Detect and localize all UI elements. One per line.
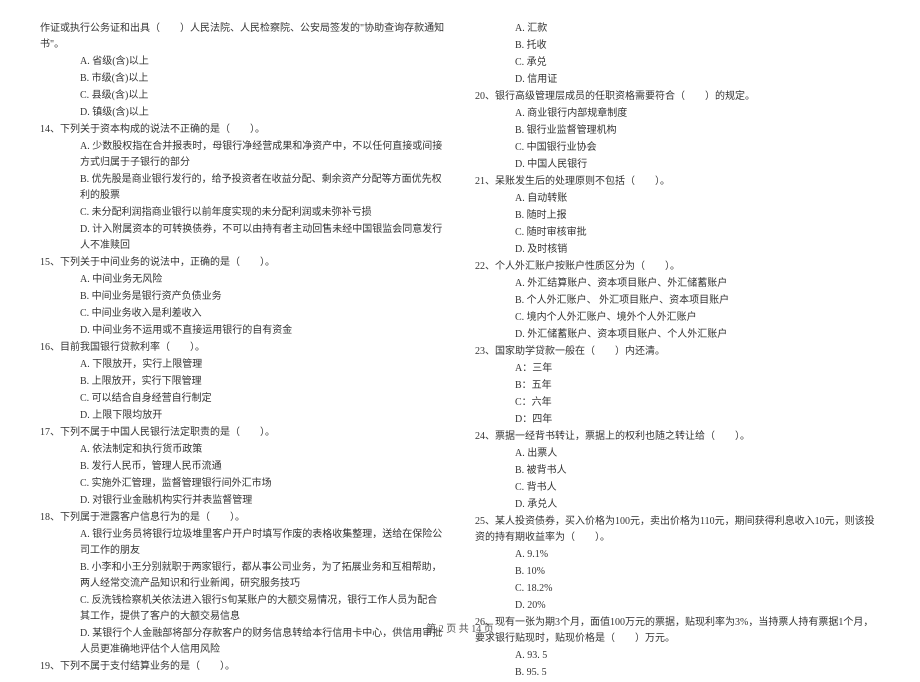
text-line: A：三年 [475, 361, 880, 377]
text-line: B. 发行人民币，管理人民币流通 [40, 459, 445, 475]
text-line: C. 中间业务收入是利差收入 [40, 306, 445, 322]
text-line: A. 自动转账 [475, 191, 880, 207]
text-line: D. 承兑人 [475, 497, 880, 513]
text-line: B. 被背书人 [475, 463, 880, 479]
left-column: 作证或执行公务证和出具（ ）人民法院、人民检察院、公安局签发的"协助查询存款通知… [40, 20, 445, 682]
page-footer: 第 2 页 共 14 页 [0, 620, 920, 635]
text-line: A. 出票人 [475, 446, 880, 462]
text-line: 19、下列不属于支付结算业务的是（ ）。 [40, 659, 445, 675]
text-line: C. 实施外汇管理，监督管理银行间外汇市场 [40, 476, 445, 492]
text-line: A. 省级(含)以上 [40, 54, 445, 70]
text-line: D. 中间业务不运用或不直接运用银行的自有资金 [40, 323, 445, 339]
text-line: A. 外汇结算账户、资本项目账户、外汇储蓄账户 [475, 276, 880, 292]
text-line: B. 小李和小王分别就职于两家银行，都从事公司业务，为了拓展业务和互相帮助，两人… [40, 560, 445, 592]
text-line: B. 上限放开，实行下限管理 [40, 374, 445, 390]
text-line: C. 县级(含)以上 [40, 88, 445, 104]
text-line: C. 承兑 [475, 55, 880, 71]
text-line: C. 中国银行业协会 [475, 140, 880, 156]
text-line: C. 未分配利润指商业银行以前年度实现的未分配利润或未弥补亏损 [40, 205, 445, 221]
text-line: 14、下列关于资本构成的说法不正确的是（ ）。 [40, 122, 445, 138]
text-line: D：四年 [475, 412, 880, 428]
text-line: C. 境内个人外汇账户、境外个人外汇账户 [475, 310, 880, 326]
text-line: D. 及时核销 [475, 242, 880, 258]
text-line: A. 下限放开，实行上限管理 [40, 357, 445, 373]
text-line: 16、目前我国银行贷款利率（ ）。 [40, 340, 445, 356]
text-line: A. 商业银行内部规章制度 [475, 106, 880, 122]
text-line: 作证或执行公务证和出具（ ）人民法院、人民检察院、公安局签发的"协助查询存款通知… [40, 21, 445, 53]
text-line: 15、下列关于中间业务的说法中，正确的是（ ）。 [40, 255, 445, 271]
text-line: D. 上限下限均放开 [40, 408, 445, 424]
text-line: C. 可以结合自身经营自行制定 [40, 391, 445, 407]
text-line: C. 背书人 [475, 480, 880, 496]
text-line: D. 20% [475, 598, 880, 614]
text-line: D. 对银行业金融机构实行并表监督管理 [40, 493, 445, 509]
text-line: 22、个人外汇账户按账户性质区分为（ ）。 [475, 259, 880, 275]
text-line: D. 外汇储蓄账户、资本项目账户、个人外汇账户 [475, 327, 880, 343]
text-line: A. 依法制定和执行货币政策 [40, 442, 445, 458]
text-line: D. 计入附属资本的可转换债券，不可以由持有者主动回售未经中国银监会同意发行人不… [40, 222, 445, 254]
text-line: 20、银行高级管理层成员的任职资格需要符合（ ）的规定。 [475, 89, 880, 105]
text-line: 17、下列不属于中国人民银行法定职责的是（ ）。 [40, 425, 445, 441]
text-line: D. 信用证 [475, 72, 880, 88]
text-line: 25、某人投资债券，买入价格为100元，卖出价格为110元，期间获得利息收入10… [475, 514, 880, 546]
text-line: 21、呆账发生后的处理原则不包括（ ）。 [475, 174, 880, 190]
text-line: B. 随时上报 [475, 208, 880, 224]
text-line: 24、票据一经背书转让，票据上的权利也随之转让给（ ）。 [475, 429, 880, 445]
text-line: C：六年 [475, 395, 880, 411]
text-line: B. 银行业监督管理机构 [475, 123, 880, 139]
text-line: B. 托收 [475, 38, 880, 54]
text-line: D. 中国人民银行 [475, 157, 880, 173]
text-line: A. 9.1% [475, 547, 880, 563]
right-column: A. 汇款B. 托收C. 承兑D. 信用证20、银行高级管理层成员的任职资格需要… [475, 20, 880, 682]
text-line: C. 18.2% [475, 581, 880, 597]
text-line: B. 个人外汇账户、 外汇项目账户、资本项目账户 [475, 293, 880, 309]
text-line: A. 中间业务无风险 [40, 272, 445, 288]
text-line: B. 中间业务是银行资产负债业务 [40, 289, 445, 305]
text-line: D. 镇级(含)以上 [40, 105, 445, 121]
document-content: 作证或执行公务证和出具（ ）人民法院、人民检察院、公安局签发的"协助查询存款通知… [40, 20, 880, 682]
text-line: B：五年 [475, 378, 880, 394]
text-line: B. 优先股是商业银行发行的，给予投资者在收益分配、剩余资产分配等方面优先权利的… [40, 172, 445, 204]
text-line: A. 少数股权指在合并报表时，母银行净经营成果和净资产中，不以任何直接或间接方式… [40, 139, 445, 171]
text-line: B. 10% [475, 564, 880, 580]
text-line: 18、下列属于泄露客户信息行为的是（ ）。 [40, 510, 445, 526]
text-line: B. 95. 5 [475, 665, 880, 681]
text-line: A. 93. 5 [475, 648, 880, 664]
text-line: C. 随时审核审批 [475, 225, 880, 241]
text-line: B. 市级(含)以上 [40, 71, 445, 87]
text-line: A. 银行业务员将银行垃圾堆里客户开户时填写作废的表格收集整理，送给在保险公司工… [40, 527, 445, 559]
text-line: 23、国家助学贷款一般在（ ）内还清。 [475, 344, 880, 360]
text-line: A. 汇款 [475, 21, 880, 37]
